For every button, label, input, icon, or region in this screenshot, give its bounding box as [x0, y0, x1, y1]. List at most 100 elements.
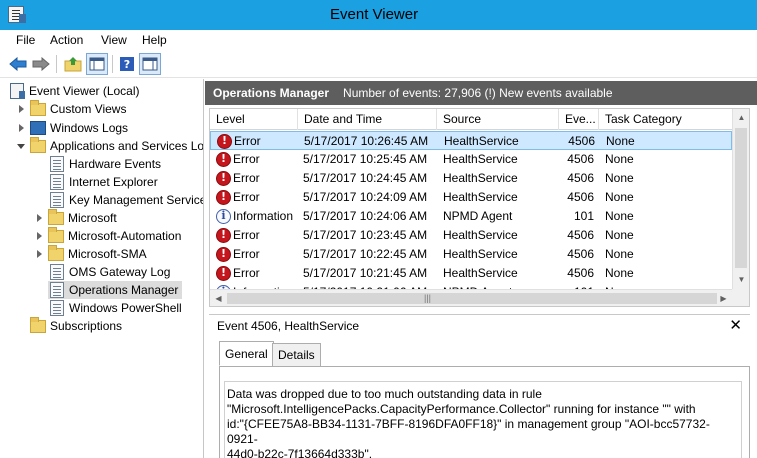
column-header-level[interactable]: Level: [210, 109, 298, 130]
cell-category: None: [605, 152, 634, 166]
cell-datetime: 5/17/2017 10:25:45 AM: [303, 152, 428, 166]
error-icon: [216, 228, 231, 243]
event-message-box[interactable]: Data was dropped due to too much outstan…: [224, 381, 742, 458]
tree-node-label: Hardware Events: [69, 157, 162, 171]
column-header-date-and-time[interactable]: Date and Time: [298, 109, 437, 130]
log-icon: [50, 156, 64, 172]
tree-node-applications-and-services[interactable]: Applications and Services Lo: [16, 136, 203, 155]
expand-chevron-icon[interactable]: [34, 231, 44, 241]
table-row[interactable]: Error 5/17/2017 10:24:09 AM HealthService 4…: [210, 188, 732, 207]
cell-datetime: 5/17/2017 10:24:45 AM: [303, 171, 428, 185]
cell-event-id: 4506: [567, 190, 594, 204]
forward-arrow-icon: [32, 57, 50, 71]
folder-icon: [48, 226, 64, 243]
expand-chevron-icon[interactable]: [34, 213, 44, 223]
toolbar-separator: [112, 55, 113, 73]
tree-node-key-management-service[interactable]: Key Management Service: [50, 191, 203, 209]
menu-view[interactable]: View: [101, 33, 127, 47]
cell-source: HealthService: [443, 171, 518, 185]
tree-node-hardware-events[interactable]: Hardware Events: [50, 155, 161, 173]
table-row[interactable]: Error 5/17/2017 10:23:45 AM HealthService 4…: [210, 226, 732, 245]
tab-details[interactable]: Details: [272, 343, 321, 367]
general-tab-panel: Data was dropped due to too much outstan…: [219, 366, 750, 458]
cell-level: Error: [233, 190, 260, 204]
folder-icon: [48, 208, 64, 225]
horizontal-scrollbar[interactable]: ◀ ||| ▶: [210, 289, 732, 306]
close-icon[interactable]: ✕: [729, 316, 742, 334]
tree-node-operations-manager[interactable]: Operations Manager: [48, 281, 183, 299]
console-tree-icon: [89, 57, 105, 71]
tree-node-windows-powershell[interactable]: Windows PowerShell: [50, 299, 182, 317]
vertical-scroll-thumb[interactable]: [735, 128, 747, 268]
expand-chevron-icon[interactable]: [34, 249, 44, 259]
column-header-event-id[interactable]: Eve...: [559, 109, 599, 130]
cell-level: Information: [233, 209, 294, 223]
vertical-scrollbar[interactable]: ▲ ▼: [732, 109, 749, 289]
scroll-right-arrow-icon[interactable]: ▶: [715, 294, 732, 303]
tree-node-internet-explorer[interactable]: Internet Explorer: [50, 173, 158, 191]
console-tree: Event Viewer (Local) Custom Views Window…: [0, 79, 204, 458]
tree-node-windows-logs[interactable]: Windows Logs: [16, 119, 128, 137]
scroll-down-arrow-icon[interactable]: ▼: [733, 275, 749, 284]
up-folder-button[interactable]: [62, 53, 84, 75]
table-row[interactable]: Information 5/17/2017 10:24:06 AM NPMD Age…: [210, 207, 732, 226]
cell-datetime: 5/17/2017 10:24:06 AM: [303, 209, 428, 223]
cell-source: HealthService: [444, 134, 519, 148]
tree-node-label: Microsoft-SMA: [68, 247, 147, 261]
table-row[interactable]: Error 5/17/2017 10:24:45 AM HealthService 4…: [210, 169, 732, 188]
tree-node-label: Internet Explorer: [69, 175, 158, 189]
table-row[interactable]: Error 5/17/2017 10:21:45 AM HealthService 4…: [210, 264, 732, 283]
column-header-source[interactable]: Source: [437, 109, 559, 130]
cell-source: HealthService: [443, 266, 518, 280]
menu-action[interactable]: Action: [50, 33, 83, 47]
help-button[interactable]: ?: [116, 53, 138, 75]
cell-level: Error: [233, 171, 260, 185]
tree-node-event-viewer-local[interactable]: Event Viewer (Local): [10, 82, 140, 100]
tree-node-label: Custom Views: [50, 102, 127, 116]
collapse-chevron-icon[interactable]: [16, 141, 26, 151]
tree-node-label: OMS Gateway Log: [69, 265, 171, 279]
menu-help[interactable]: Help: [142, 33, 167, 47]
tree-node-label: Microsoft-Automation: [68, 229, 182, 243]
cell-datetime: 5/17/2017 10:24:09 AM: [303, 190, 428, 204]
tree-node-microsoft-sma[interactable]: Microsoft-SMA: [34, 244, 147, 263]
cell-level: Error: [233, 152, 260, 166]
cell-event-id: 4506: [567, 171, 594, 185]
cell-source: HealthService: [443, 152, 518, 166]
table-row[interactable]: Error 5/17/2017 10:22:45 AM HealthService 4…: [210, 245, 732, 264]
tree-node-subscriptions[interactable]: Subscriptions: [30, 316, 122, 335]
pane-title: Operations Manager: [213, 86, 330, 100]
tree-node-microsoft-automation[interactable]: Microsoft-Automation: [34, 226, 182, 245]
error-icon: [216, 190, 231, 205]
menu-file[interactable]: File: [16, 33, 35, 47]
help-icon: ?: [120, 57, 134, 71]
column-header-task-category[interactable]: Task Category: [599, 109, 732, 130]
scroll-up-arrow-icon[interactable]: ▲: [733, 113, 749, 122]
tree-node-microsoft[interactable]: Microsoft: [34, 208, 117, 227]
expand-chevron-icon[interactable]: [16, 123, 26, 133]
menu-bar: File Action View Help: [0, 30, 757, 50]
horizontal-scroll-thumb[interactable]: [227, 293, 717, 304]
tree-node-custom-views[interactable]: Custom Views: [16, 99, 127, 118]
toolbar: ?: [0, 50, 757, 78]
tree-node-label: Operations Manager: [69, 283, 179, 297]
svg-text:?: ?: [124, 58, 130, 71]
cell-level: Error: [233, 266, 260, 280]
tree-node-label: Windows PowerShell: [69, 301, 182, 315]
show-hide-console-tree-button[interactable]: [86, 53, 108, 75]
tree-node-oms-gateway-log[interactable]: OMS Gateway Log: [50, 263, 170, 281]
cell-datetime: 5/17/2017 10:21:45 AM: [303, 266, 428, 280]
forward-button[interactable]: [30, 53, 52, 75]
expand-chevron-icon[interactable]: [16, 104, 26, 114]
table-row[interactable]: Error 5/17/2017 10:25:45 AM HealthService 4…: [210, 150, 732, 169]
tab-general[interactable]: General: [219, 341, 274, 366]
scroll-left-arrow-icon[interactable]: ◀: [210, 294, 227, 303]
back-button[interactable]: [7, 53, 29, 75]
error-icon: [216, 247, 231, 262]
table-row[interactable]: Error 5/17/2017 10:26:45 AM HealthService 4…: [210, 131, 732, 150]
event-list: Level Date and Time Source Eve... Task C…: [209, 108, 750, 307]
cell-category: None: [605, 228, 634, 242]
show-hide-action-pane-button[interactable]: [139, 53, 161, 75]
tree-node-label: Windows Logs: [50, 121, 129, 135]
event-list-header: Level Date and Time Source Eve... Task C…: [210, 109, 732, 130]
